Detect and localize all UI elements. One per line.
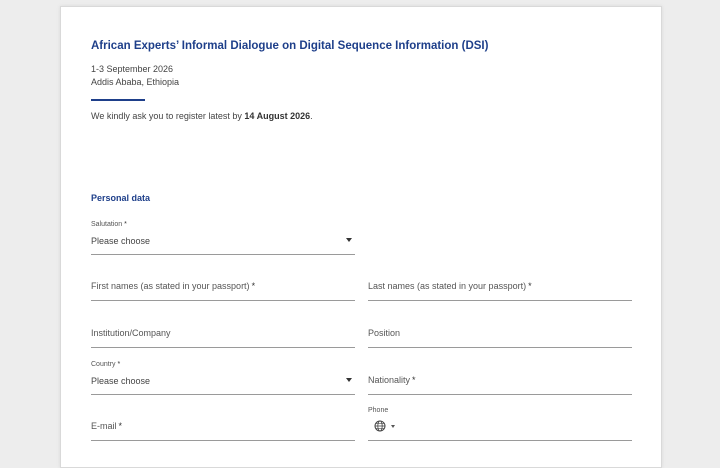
institution-field[interactable]: Institution/Company: [91, 314, 355, 348]
salutation-label: Salutation *: [91, 221, 127, 228]
phone-field[interactable]: Phone: [368, 407, 632, 441]
first-names-label: First names (as stated in your passport)…: [91, 281, 256, 291]
notice-deadline: 14 August 2026: [244, 111, 311, 121]
event-title: African Experts’ Informal Dialogue on Di…: [91, 40, 489, 52]
institution-label: Institution/Company: [91, 328, 171, 338]
country-value: Please choose: [91, 376, 151, 386]
phone-label: Phone: [368, 407, 389, 414]
chevron-down-icon: [346, 238, 352, 242]
first-names-field[interactable]: First names (as stated in your passport)…: [91, 267, 355, 301]
nationality-field[interactable]: Nationality *: [368, 361, 632, 395]
notice-text: We kindly ask you to register latest by: [91, 111, 245, 121]
email-label: E-mail *: [91, 421, 123, 431]
nationality-label: Nationality *: [368, 375, 416, 385]
last-names-label: Last names (as stated in your passport) *: [368, 281, 532, 291]
registration-notice: We kindly ask you to register latest by …: [91, 111, 313, 121]
email-field[interactable]: E-mail *: [91, 407, 355, 441]
personal-data-heading: Personal data: [91, 193, 151, 203]
country-label: Country *: [91, 361, 121, 368]
chevron-down-icon[interactable]: [391, 425, 395, 428]
salutation-select[interactable]: Salutation * Please choose: [91, 221, 355, 255]
country-select[interactable]: Country * Please choose: [91, 361, 355, 395]
chevron-down-icon: [346, 378, 352, 382]
position-field[interactable]: Position: [368, 314, 632, 348]
globe-icon[interactable]: [374, 420, 386, 432]
position-label: Position: [368, 328, 401, 338]
event-location: Addis Ababa, Ethiopia: [91, 77, 180, 87]
notice-end: .: [310, 111, 313, 121]
title-divider: [91, 99, 145, 101]
last-names-field[interactable]: Last names (as stated in your passport) *: [368, 267, 632, 301]
salutation-value: Please choose: [91, 236, 151, 246]
registration-card: African Experts’ Informal Dialogue on Di…: [60, 6, 662, 468]
event-date: 1-3 September 2026: [91, 64, 174, 74]
